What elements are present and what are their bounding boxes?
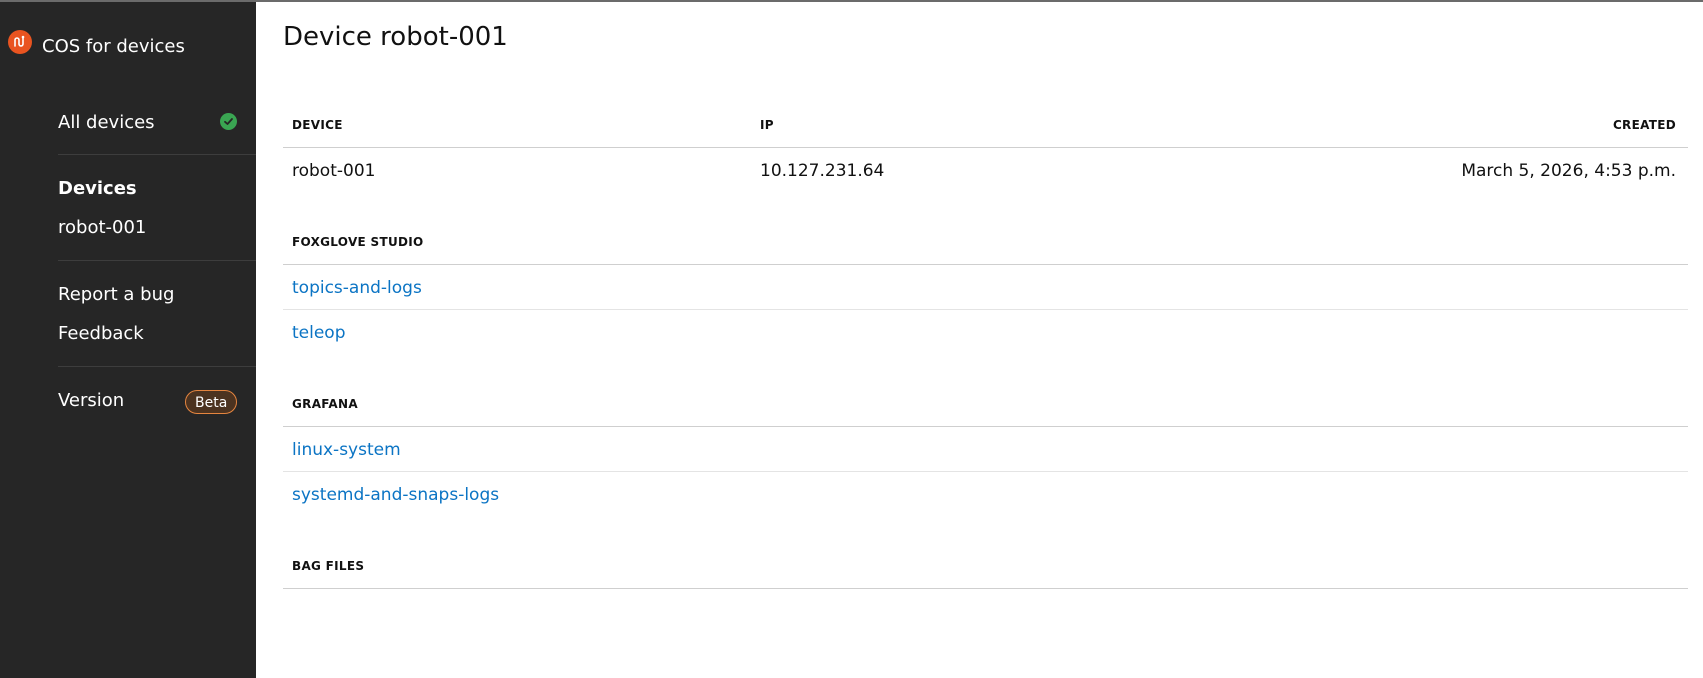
column-header-ip: IP — [760, 118, 774, 132]
brand[interactable]: COS for devices — [8, 26, 185, 57]
table-divider — [283, 147, 1688, 148]
section-divider — [283, 426, 1688, 427]
sidebar-divider — [58, 366, 256, 367]
foxglove-link-teleop[interactable]: teleop — [292, 323, 346, 343]
cos-logo-icon — [8, 29, 32, 54]
device-ip-cell: 10.127.231.64 — [760, 161, 885, 181]
main-content: Device robot-001 DEVICE IP CREATED robot… — [256, 2, 1703, 678]
section-divider — [283, 588, 1688, 589]
row-divider — [283, 309, 1688, 310]
sidebar-item-all-devices[interactable]: All devices — [58, 112, 155, 133]
foxglove-link-topics-and-logs[interactable]: topics-and-logs — [292, 278, 422, 298]
section-heading-bag-files: BAG FILES — [292, 559, 365, 573]
sidebar-item-robot-001[interactable]: robot-001 — [58, 217, 146, 238]
device-created-cell: March 5, 2026, 4:53 p.m. — [1461, 161, 1676, 181]
page-title: Device robot-001 — [283, 22, 508, 52]
sidebar-item-version: Version — [58, 390, 125, 411]
status-ok-icon — [220, 113, 237, 130]
column-header-created: CREATED — [1612, 118, 1676, 132]
section-divider — [283, 264, 1688, 265]
row-divider — [283, 471, 1688, 472]
sidebar-divider — [58, 260, 256, 261]
device-name-cell: robot-001 — [292, 161, 376, 181]
column-header-device: DEVICE — [292, 118, 343, 132]
section-heading-foxglove: FOXGLOVE STUDIO — [292, 235, 424, 249]
version-beta-badge: Beta — [185, 390, 238, 414]
sidebar: COS for devices All devices Devices robo… — [0, 2, 256, 678]
grafana-link-systemd-and-snaps-logs[interactable]: systemd-and-snaps-logs — [292, 485, 499, 505]
grafana-link-linux-system[interactable]: linux-system — [292, 440, 401, 460]
sidebar-heading-devices: Devices — [58, 178, 137, 199]
app-title: COS for devices — [42, 36, 185, 57]
app-window: COS for devices All devices Devices robo… — [0, 0, 1703, 678]
sidebar-item-report-bug[interactable]: Report a bug — [58, 284, 174, 305]
sidebar-item-feedback[interactable]: Feedback — [58, 323, 144, 344]
section-heading-grafana: GRAFANA — [292, 397, 358, 411]
sidebar-divider — [58, 154, 256, 155]
